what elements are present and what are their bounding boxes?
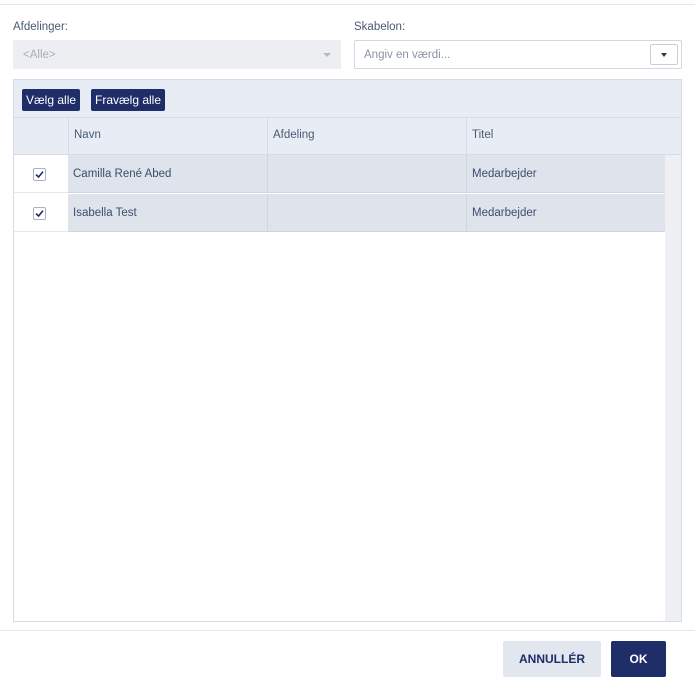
employee-grid: Vælg alle Fravælg alle Navn Afdeling Tit… bbox=[13, 79, 682, 622]
title-cell: Medarbejder bbox=[466, 194, 665, 232]
departments-select: <Alle> bbox=[13, 40, 341, 69]
departments-value: <Alle> bbox=[23, 48, 56, 61]
deselect-all-button[interactable]: Fravælg alle bbox=[91, 89, 166, 111]
top-divider bbox=[0, 0, 695, 5]
title-cell: Medarbejder bbox=[466, 155, 665, 193]
name-cell: Isabella Test bbox=[68, 194, 267, 232]
check-icon bbox=[35, 210, 44, 218]
table-header: Navn Afdeling Titel bbox=[14, 118, 681, 155]
caret-down-icon bbox=[323, 52, 331, 57]
department-cell bbox=[267, 155, 466, 193]
ok-button[interactable]: OK bbox=[611, 641, 666, 677]
template-dropdown-button[interactable] bbox=[650, 44, 678, 65]
table-row[interactable]: Isabella Test Medarbejder bbox=[14, 194, 665, 233]
row-select-cell[interactable] bbox=[14, 155, 68, 193]
row-checkbox[interactable] bbox=[33, 168, 46, 181]
template-label: Skabelon: bbox=[354, 21, 406, 33]
column-header-select[interactable] bbox=[14, 118, 68, 154]
row-select-cell[interactable] bbox=[14, 194, 68, 232]
caret-down-icon bbox=[661, 52, 667, 57]
departments-label: Afdelinger: bbox=[13, 21, 68, 33]
column-header-department[interactable]: Afdeling bbox=[267, 118, 466, 154]
column-header-title[interactable]: Titel bbox=[466, 118, 681, 154]
name-cell: Camilla René Abed bbox=[68, 155, 267, 193]
template-select[interactable]: Angiv en værdi... bbox=[354, 40, 682, 69]
grid-toolbar: Vælg alle Fravælg alle bbox=[14, 80, 681, 118]
cancel-button[interactable]: ANNULLÉR bbox=[503, 641, 601, 677]
vertical-scrollbar[interactable] bbox=[665, 155, 681, 621]
table-row[interactable]: Camilla René Abed Medarbejder bbox=[14, 155, 665, 194]
template-input[interactable]: Angiv en værdi... bbox=[355, 49, 681, 61]
check-icon bbox=[35, 171, 44, 179]
column-header-name[interactable]: Navn bbox=[68, 118, 267, 154]
select-all-button[interactable]: Vælg alle bbox=[22, 89, 81, 111]
row-checkbox[interactable] bbox=[33, 207, 46, 220]
footer-divider bbox=[0, 630, 695, 631]
department-cell bbox=[267, 194, 466, 232]
